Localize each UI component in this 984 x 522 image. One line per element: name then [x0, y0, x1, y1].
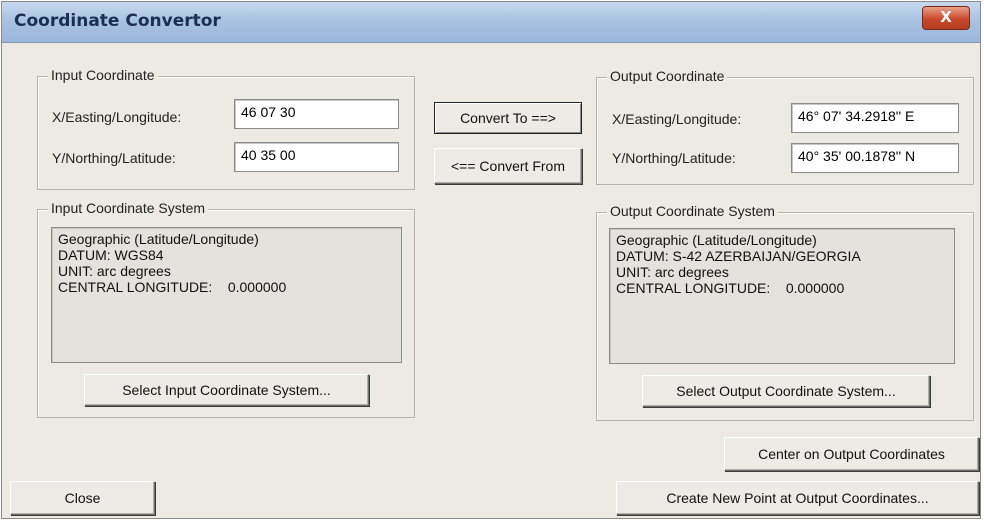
output-system-legend: Output Coordinate System: [607, 203, 778, 219]
input-y-field[interactable]: 40 35 00: [234, 142, 399, 172]
input-coordinate-legend: Input Coordinate: [48, 67, 158, 83]
output-x-field[interactable]: 46° 07' 34.2918'' E: [791, 103, 959, 133]
output-system-line: Geographic (Latitude/Longitude): [616, 232, 817, 248]
create-point-button[interactable]: Create New Point at Output Coordinates..…: [616, 481, 979, 515]
output-x-label: X/Easting/Longitude:: [612, 111, 742, 127]
output-y-label: Y/Northing/Latitude:: [612, 150, 736, 166]
input-x-field[interactable]: 46 07 30: [234, 99, 399, 129]
close-button[interactable]: Close: [10, 481, 155, 515]
output-system-line: UNIT: arc degrees: [616, 264, 729, 280]
close-window-button[interactable]: X: [922, 6, 970, 30]
select-input-system-button[interactable]: Select Input Coordinate System...: [84, 374, 369, 406]
convert-from-button[interactable]: <== Convert From: [434, 148, 582, 184]
output-y-field[interactable]: 40° 35' 00.1878'' N: [791, 143, 959, 173]
input-x-label: X/Easting/Longitude:: [52, 109, 182, 125]
title-bar: Coordinate Convertor X: [2, 2, 980, 43]
convert-to-button[interactable]: Convert To ==>: [434, 102, 582, 134]
input-system-line: UNIT: arc degrees: [58, 263, 171, 279]
input-system-legend: Input Coordinate System: [48, 200, 209, 216]
output-system-line: CENTRAL LONGITUDE: 0.000000: [616, 280, 845, 296]
input-system-line: DATUM: WGS84: [58, 247, 164, 263]
window-title: Coordinate Convertor: [14, 11, 221, 31]
input-coordinate-group: Input Coordinate: [37, 67, 415, 190]
output-system-description[interactable]: Geographic (Latitude/Longitude) DATUM: S…: [609, 228, 955, 364]
select-output-system-button[interactable]: Select Output Coordinate System...: [642, 375, 930, 407]
center-on-output-button[interactable]: Center on Output Coordinates: [724, 437, 979, 471]
input-system-line: Geographic (Latitude/Longitude): [58, 231, 259, 247]
input-system-description[interactable]: Geographic (Latitude/Longitude) DATUM: W…: [51, 227, 402, 363]
output-coordinate-legend: Output Coordinate: [607, 68, 728, 84]
output-system-line: DATUM: S-42 AZERBAIJAN/GEORGIA: [616, 248, 861, 264]
input-system-line: CENTRAL LONGITUDE: 0.000000: [58, 279, 287, 295]
input-y-label: Y/Northing/Latitude:: [52, 150, 176, 166]
coordinate-convertor-dialog: Coordinate Convertor X Input Coordinate …: [1, 1, 981, 519]
